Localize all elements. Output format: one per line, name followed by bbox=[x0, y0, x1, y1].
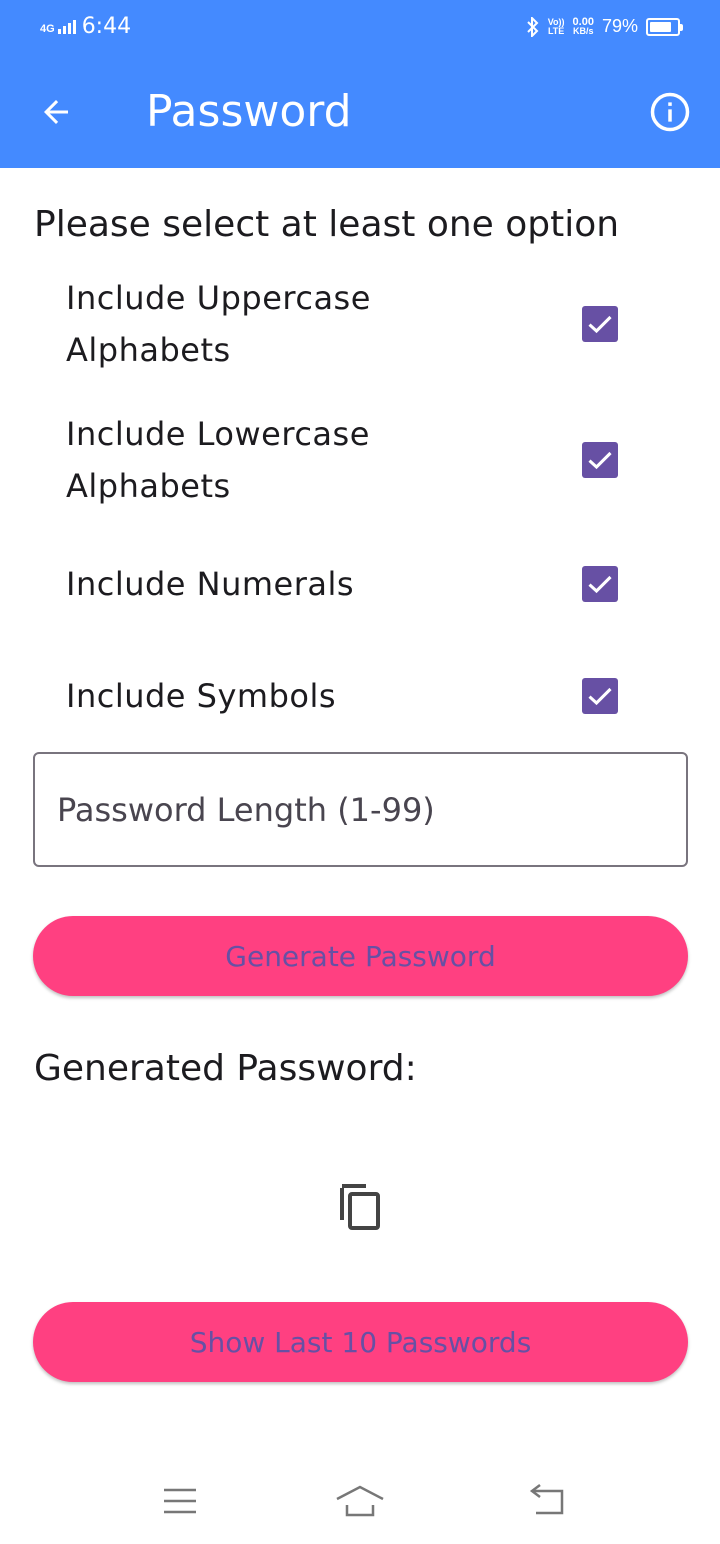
check-icon bbox=[588, 687, 612, 706]
back-button[interactable] bbox=[28, 84, 84, 140]
options-heading: Please select at least one option bbox=[34, 204, 620, 245]
option-uppercase[interactable]: Include Uppercase Alphabets bbox=[0, 272, 720, 380]
data-speed-unit: KB/s bbox=[573, 25, 594, 36]
home-icon bbox=[336, 1485, 384, 1517]
show-last-passwords-label: Show Last 10 Passwords bbox=[189, 1325, 532, 1359]
generated-password-value bbox=[34, 1110, 686, 1150]
home-nav-button[interactable] bbox=[330, 1476, 390, 1526]
option-symbols[interactable]: Include Symbols bbox=[0, 670, 720, 726]
status-left: 4G 6:44 bbox=[40, 14, 131, 39]
back-nav-icon bbox=[529, 1484, 564, 1515]
system-nav-bar bbox=[0, 1456, 720, 1544]
battery-fill bbox=[650, 21, 671, 32]
uppercase-checkbox[interactable] bbox=[582, 306, 618, 342]
app-bar: Password bbox=[0, 56, 720, 168]
arrow-back-icon bbox=[44, 100, 68, 124]
volte-icon: Vo)) LTE bbox=[547, 17, 565, 36]
menu-icon bbox=[164, 1488, 196, 1514]
page-title: Password bbox=[146, 86, 352, 137]
lowercase-checkbox[interactable] bbox=[582, 442, 618, 478]
menu-nav-button[interactable] bbox=[150, 1476, 210, 1526]
copy-button[interactable] bbox=[336, 1180, 384, 1232]
info-button[interactable] bbox=[644, 86, 696, 138]
generated-password-heading: Generated Password: bbox=[34, 1048, 417, 1089]
check-icon bbox=[588, 451, 612, 470]
status-time: 6:44 bbox=[81, 14, 132, 39]
generate-password-button[interactable]: Generate Password bbox=[33, 916, 688, 996]
copy-icon bbox=[340, 1184, 380, 1230]
bluetooth-icon bbox=[527, 16, 539, 37]
status-bar: 4G 6:44 Vo)) LTE 0.00 KB/s 79% bbox=[0, 0, 720, 56]
option-label: Include Numerals bbox=[66, 565, 355, 603]
battery-icon bbox=[646, 17, 683, 36]
check-icon bbox=[588, 315, 612, 334]
generate-password-label: Generate Password bbox=[225, 939, 496, 973]
option-lowercase[interactable]: Include Lowercase Alphabets bbox=[0, 408, 720, 516]
show-last-passwords-button[interactable]: Show Last 10 Passwords bbox=[33, 1302, 688, 1382]
option-label: Include Uppercase Alphabets bbox=[66, 279, 371, 369]
status-right: Vo)) LTE 0.00 KB/s 79% bbox=[526, 16, 683, 37]
network-type: 4G bbox=[40, 22, 55, 35]
battery-percent: 79% bbox=[601, 16, 638, 36]
password-length-input[interactable] bbox=[33, 752, 688, 867]
numerals-checkbox[interactable] bbox=[582, 566, 618, 602]
volte-bottom-text: LTE bbox=[547, 25, 565, 36]
option-label: Include Symbols bbox=[66, 677, 337, 715]
data-speed: 0.00 KB/s bbox=[573, 16, 594, 36]
option-numerals[interactable]: Include Numerals bbox=[0, 558, 720, 614]
info-icon bbox=[650, 92, 690, 132]
signal-icon: 4G bbox=[40, 19, 76, 35]
option-label: Include Lowercase Alphabets bbox=[66, 415, 370, 505]
check-icon bbox=[588, 575, 612, 594]
symbols-checkbox[interactable] bbox=[582, 678, 618, 714]
back-nav-button[interactable] bbox=[518, 1476, 578, 1526]
